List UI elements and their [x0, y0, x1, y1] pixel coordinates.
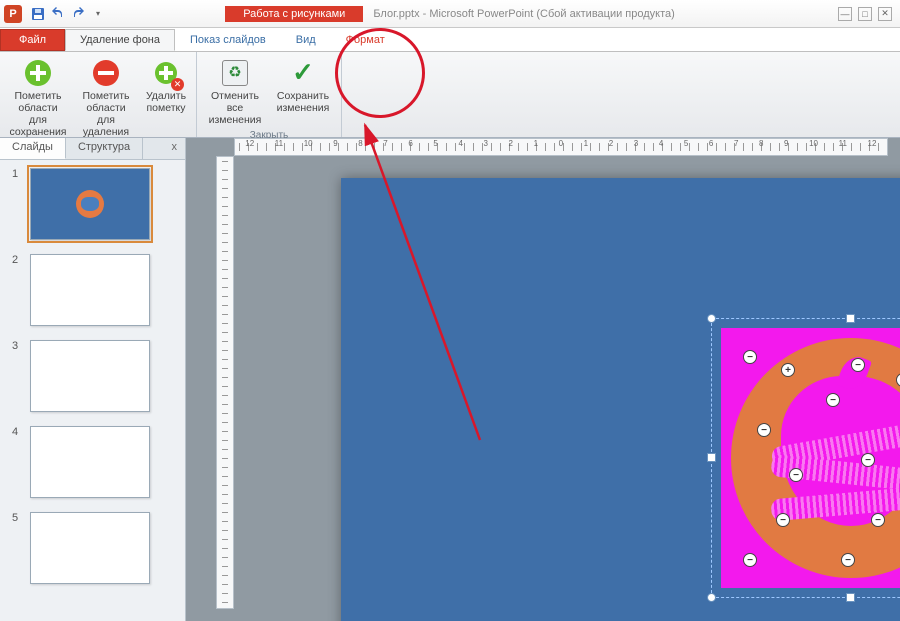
thumb-number: 1: [12, 168, 22, 180]
window-controls: — □ ✕: [838, 7, 900, 21]
group-refine: Пометить области для сохранения Пометить…: [0, 52, 197, 137]
tab-file[interactable]: Файл: [0, 29, 65, 51]
contextual-tab-label: Работа с рисунками: [225, 6, 363, 22]
save-icon[interactable]: [30, 6, 46, 22]
tab-view[interactable]: Вид: [281, 29, 331, 51]
thumb-shape-icon: [76, 190, 104, 218]
slide-editor: 1211109876543210123456789101112: [186, 138, 900, 621]
remove-marker-icon[interactable]: −: [851, 358, 865, 372]
remove-marker-icon[interactable]: −: [757, 423, 771, 437]
resize-handle-s[interactable]: [846, 593, 855, 602]
ribbon-tabs: Файл Удаление фона Показ слайдов Вид Фор…: [0, 28, 900, 52]
undo-icon[interactable]: [50, 6, 66, 22]
group-close: ♻ Отменить все изменения ✓ Сохранить изм…: [197, 52, 342, 137]
horizontal-ruler[interactable]: 1211109876543210123456789101112: [234, 138, 888, 156]
picture-object[interactable]: − + − + − − − − − − + − − − − −: [721, 328, 900, 588]
discard-changes-button[interactable]: ♻ Отменить все изменения: [203, 56, 267, 128]
thumb-number: 3: [12, 340, 22, 352]
remove-marker-icon[interactable]: −: [871, 513, 885, 527]
resize-handle-sw[interactable]: [707, 593, 716, 602]
redo-icon[interactable]: [70, 6, 86, 22]
minimize-button[interactable]: —: [838, 7, 852, 21]
tab-slideshow[interactable]: Показ слайдов: [175, 29, 281, 51]
slide-canvas[interactable]: − + − + − − − − − − + − − − − −: [341, 178, 900, 621]
panel-tab-slides[interactable]: Слайды: [0, 138, 66, 159]
delete-mark-button[interactable]: ✕ Удалить пометку: [142, 56, 190, 140]
resize-handle-w[interactable]: [707, 453, 716, 462]
slide-thumbnail-5[interactable]: [30, 512, 150, 584]
workspace: Слайды Структура x 1 2 3 4 5 12111098765…: [0, 138, 900, 621]
remove-marker-icon[interactable]: −: [789, 468, 803, 482]
tab-format[interactable]: Формат: [331, 29, 400, 51]
tab-background-removal[interactable]: Удаление фона: [65, 29, 175, 51]
thumb-number: 4: [12, 426, 22, 438]
slides-panel: Слайды Структура x 1 2 3 4 5: [0, 138, 186, 621]
minus-icon: [91, 58, 121, 88]
panel-tab-outline[interactable]: Структура: [66, 138, 143, 159]
mark-keep-button[interactable]: Пометить области для сохранения: [6, 56, 70, 140]
remove-marker-icon[interactable]: −: [841, 553, 855, 567]
remove-marker-icon[interactable]: −: [826, 393, 840, 407]
mark-remove-button[interactable]: Пометить области для удаления: [74, 56, 138, 140]
close-button[interactable]: ✕: [878, 7, 892, 21]
keep-marker-icon[interactable]: −: [743, 350, 757, 364]
resize-handle-n[interactable]: [846, 314, 855, 323]
maximize-button[interactable]: □: [858, 7, 872, 21]
discard-icon: ♻: [220, 58, 250, 88]
vertical-ruler[interactable]: [216, 156, 234, 609]
document-title: Блог.pptx - Microsoft PowerPoint (Сбой а…: [373, 6, 674, 22]
title-bar: P ▾ Работа с рисунками Блог.pptx - Micro…: [0, 0, 900, 28]
checkmark-icon: ✓: [288, 58, 318, 88]
keep-marker-icon[interactable]: +: [781, 363, 795, 377]
thumb-number: 2: [12, 254, 22, 266]
app-icon: P: [4, 5, 22, 23]
panel-close-button[interactable]: x: [164, 138, 186, 159]
ruler-labels: 1211109876543210123456789101112: [235, 139, 887, 155]
thumb-number: 5: [12, 512, 22, 524]
delete-mark-icon: ✕: [151, 58, 181, 88]
plus-icon: [23, 58, 53, 88]
slide-thumbnail-1[interactable]: [30, 168, 150, 240]
remove-marker-icon[interactable]: −: [776, 513, 790, 527]
qat-dropdown-icon[interactable]: ▾: [90, 6, 106, 22]
keep-changes-button[interactable]: ✓ Сохранить изменения: [271, 56, 335, 128]
ribbon: Пометить области для сохранения Пометить…: [0, 52, 900, 138]
slide-thumbnail-3[interactable]: [30, 340, 150, 412]
quick-access-toolbar: ▾: [30, 6, 106, 22]
slide-thumbnails: 1 2 3 4 5: [0, 160, 185, 606]
slide-thumbnail-2[interactable]: [30, 254, 150, 326]
slide-thumbnail-4[interactable]: [30, 426, 150, 498]
resize-handle-nw[interactable]: [707, 314, 716, 323]
remove-marker-icon[interactable]: −: [861, 453, 875, 467]
remove-marker-icon[interactable]: −: [743, 553, 757, 567]
